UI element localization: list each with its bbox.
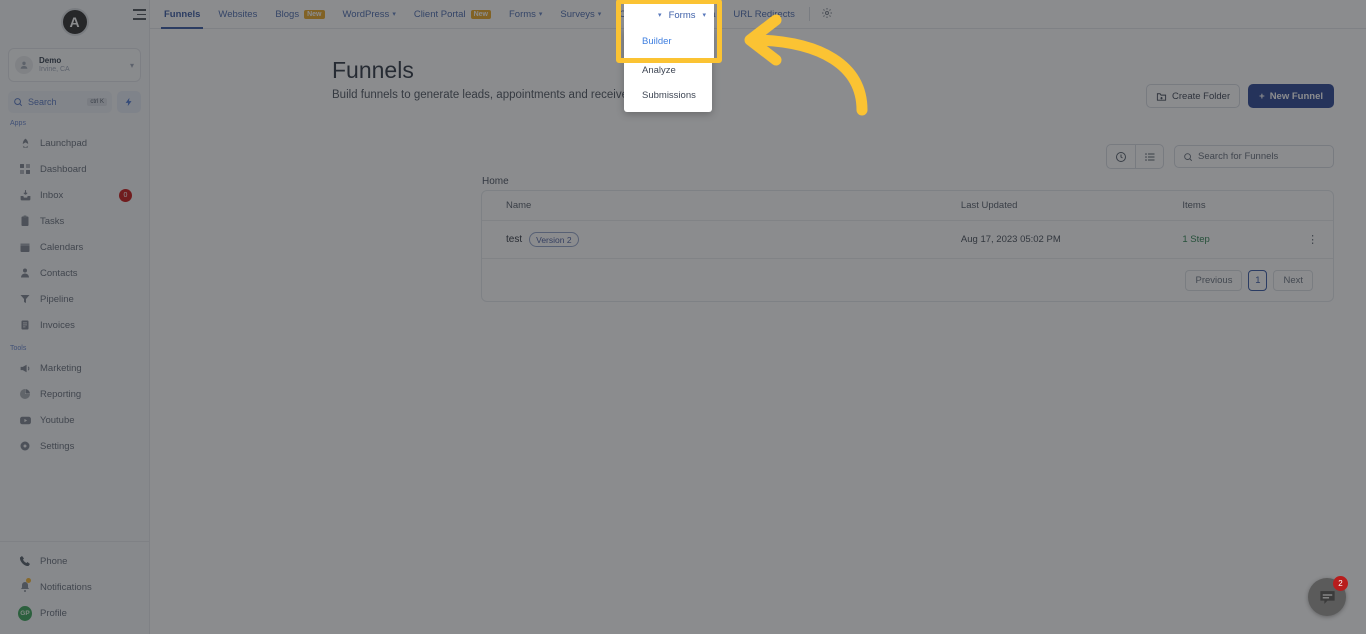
dropdown-item-builder[interactable]: Builder [642, 36, 672, 47]
chat-bubble-icon [1319, 590, 1335, 604]
app-root: A Demo Irvine, CA ▾ Search ctrl K Apps [0, 0, 1366, 634]
chevron-down-icon-left: ▾ [658, 12, 662, 19]
chat-widget-button[interactable]: 2 [1308, 576, 1348, 616]
dropdown-item-analyze[interactable]: Analyze [624, 58, 712, 83]
dropdown-parent-label: Forms [668, 9, 696, 21]
forms-dropdown-trigger[interactable]: ▾ Forms ▾ [624, 4, 714, 26]
chevron-down-icon: ▾ [702, 12, 706, 19]
chat-unread-badge: 2 [1333, 576, 1348, 591]
main-area: Funnels Websites Blogs New WordPress ▾ C… [133, 0, 1366, 634]
annotation-arrow [744, 14, 868, 116]
sidebar-dim-overlay [0, 0, 150, 634]
dropdown-item-submissions[interactable]: Submissions [624, 83, 712, 108]
